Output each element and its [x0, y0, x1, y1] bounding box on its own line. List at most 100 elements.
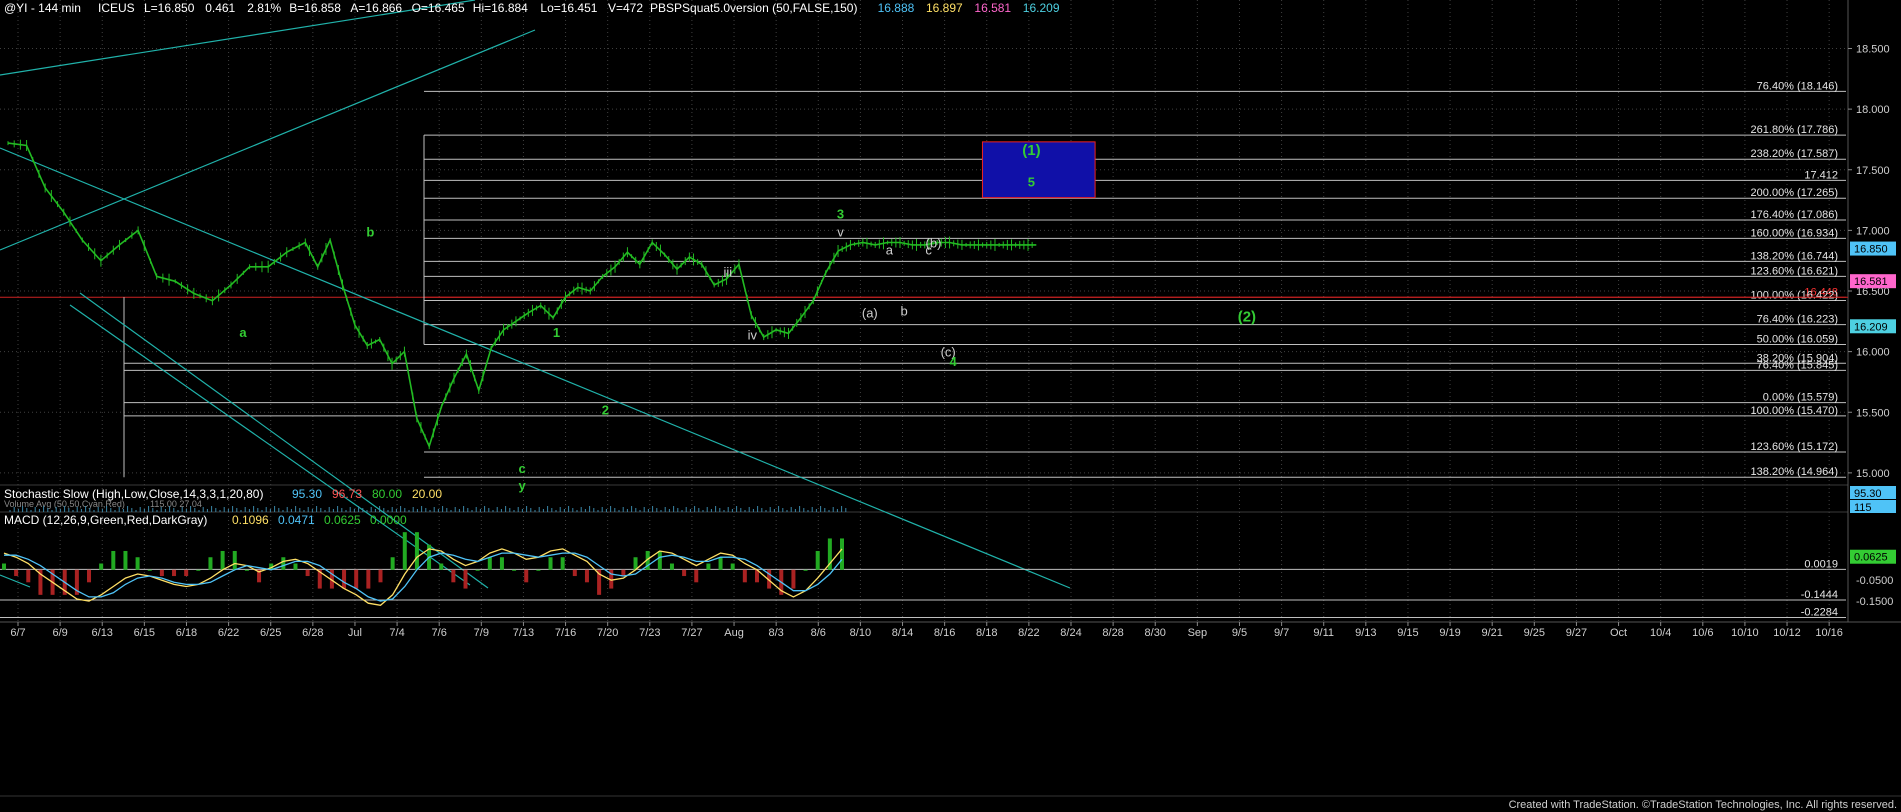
macd-histogram-bar	[366, 569, 371, 589]
date-tick-label: 9/21	[1481, 627, 1502, 639]
macd-histogram-bar	[621, 569, 626, 577]
macd-level-label: 0.0019	[1804, 558, 1838, 570]
date-tick-label: 9/13	[1355, 627, 1376, 639]
stochastic-legend-value: 96.73	[332, 487, 362, 501]
wave-label: iii	[723, 264, 732, 279]
macd-axis-label: -0.0500	[1856, 575, 1893, 587]
wave-label: 1	[553, 325, 560, 340]
date-tick-label: 6/22	[218, 627, 239, 639]
price-tick-label: 17.000	[1856, 225, 1890, 237]
macd-histogram-bar	[99, 563, 104, 570]
date-tick-label: 8/16	[934, 627, 955, 639]
macd-histogram-bar	[208, 557, 213, 570]
indicator-panes: Stochastic Slow (High,Low,Close,14,3,3,1…	[0, 486, 1896, 618]
date-tick-label: 6/15	[134, 627, 155, 639]
header-field: B=16.858	[289, 1, 341, 15]
price-tick-label: 18.000	[1856, 104, 1890, 116]
date-tick-label: Oct	[1610, 627, 1627, 639]
macd-histogram-bar	[123, 550, 128, 570]
macd-histogram-bar	[439, 563, 444, 570]
date-tick-label: 10/6	[1692, 627, 1713, 639]
macd-histogram-bar	[512, 569, 517, 571]
stochastic-badge-label: 115	[1854, 502, 1872, 514]
wave-label: 2	[602, 403, 609, 418]
macd-histogram-bar	[694, 569, 699, 583]
fib-label: 238.20% (17.587)	[1751, 148, 1838, 160]
macd-histogram-bar	[14, 569, 19, 577]
header-field: V=472	[608, 1, 643, 15]
price-axis: 18.50018.00017.50017.00016.50016.00015.5…	[1848, 44, 1896, 480]
date-tick-label: 9/11	[1313, 627, 1334, 639]
header-field: Hi=16.884	[473, 1, 528, 15]
macd-histogram-bar	[220, 550, 225, 570]
macd-histogram-bar	[2, 563, 6, 570]
wave-label: y	[519, 478, 527, 493]
date-tick-label: 8/22	[1018, 627, 1039, 639]
date-tick-label: 6/18	[176, 627, 197, 639]
macd-histogram-bar	[463, 569, 468, 589]
macd-histogram-bar	[572, 569, 577, 577]
wave-label: c	[519, 461, 526, 476]
macd-histogram-bar	[487, 557, 492, 570]
wave-label: a	[239, 325, 247, 340]
date-tick-label: 9/27	[1566, 627, 1587, 639]
price-badge-label: 16.209	[1854, 321, 1888, 333]
date-tick-label: 8/30	[1145, 627, 1166, 639]
header-field: O=16.465	[412, 1, 465, 15]
volume-sublabel-values: 115.00 27.04	[150, 499, 202, 509]
macd-histogram-bar	[87, 569, 92, 583]
fib-label: 0.00% (15.579)	[1763, 392, 1838, 404]
macd-histogram-bar	[281, 557, 286, 570]
macd-histogram-bar	[815, 550, 820, 570]
macd-histogram-bar	[402, 532, 407, 570]
date-tick-label: 10/12	[1773, 627, 1801, 639]
macd-histogram-bar	[803, 569, 808, 571]
price-tick-label: 15.000	[1856, 468, 1890, 480]
date-tick-label: 6/7	[10, 627, 25, 639]
macd-histogram-bar	[172, 569, 177, 577]
macd-histogram-bar	[135, 557, 140, 570]
macd-badge-label: 0.0625	[1854, 552, 1888, 564]
fib-label: 76.40% (15.845)	[1757, 359, 1838, 371]
macd-histogram-bar	[682, 569, 687, 577]
date-tick-label: 8/28	[1102, 627, 1123, 639]
date-tick-label: 7/9	[474, 627, 489, 639]
wave-label: (1)	[1022, 142, 1040, 159]
header-field: 16.209	[1023, 1, 1060, 15]
fib-label: 76.40% (18.146)	[1757, 80, 1838, 92]
chart-canvas[interactable]: 6/7 6/9 6/13 6/15 6/18 6/22 6/25 6/28 Jul 7/4 7/6 7…	[0, 0, 1901, 812]
date-tick-label: 6/28	[302, 627, 323, 639]
fib-label: 100.00% (15.470)	[1751, 405, 1838, 417]
wave-labels: ba 123viiiiva(a) bc(b)(c)4cy(1)5(2)	[239, 142, 1256, 493]
date-tick-label: Jul	[348, 627, 362, 639]
date-tick-label: 9/25	[1524, 627, 1545, 639]
wave-label: 4	[949, 354, 957, 369]
macd-legend-value: 0.0471	[278, 513, 315, 527]
date-tick-label: 6/13	[92, 627, 113, 639]
tradestation-chart-window: 6/7 6/9 6/13 6/15 6/18 6/22 6/25 6/28 Jul 7/4 7/6 7…	[0, 0, 1901, 812]
date-tick-label: 10/10	[1731, 627, 1759, 639]
wave-label: a	[886, 243, 894, 258]
date-tick-label: Sep	[1188, 627, 1208, 639]
date-tick-label: 7/27	[681, 627, 702, 639]
macd-histogram-bar	[26, 569, 31, 583]
date-tick-label: 7/13	[513, 627, 534, 639]
macd-legend-value: 0.0000	[370, 513, 407, 527]
date-tick-label: 8/14	[892, 627, 913, 639]
wave-label: 3	[837, 206, 844, 221]
stochastic-legend-value: 20.00	[412, 487, 442, 501]
macd-histogram-bar	[742, 569, 747, 583]
date-tick-label: 8/3	[769, 627, 784, 639]
date-tick-label: 9/19	[1439, 627, 1460, 639]
macd-histogram-bar	[147, 569, 152, 571]
date-tick-label: 10/16	[1815, 627, 1843, 639]
macd-histogram-bar	[390, 557, 395, 570]
date-tick-label: 10/4	[1650, 627, 1671, 639]
macd-level-label: -0.1444	[1801, 589, 1838, 601]
header-field: A=16.866	[350, 1, 402, 15]
macd-legend-value: 0.1096	[232, 513, 269, 527]
wave-label: (b)	[926, 235, 942, 250]
fib-label: 176.40% (17.086)	[1751, 209, 1838, 221]
macd-histogram-bar	[184, 569, 189, 577]
date-tick-label: 9/5	[1232, 627, 1247, 639]
